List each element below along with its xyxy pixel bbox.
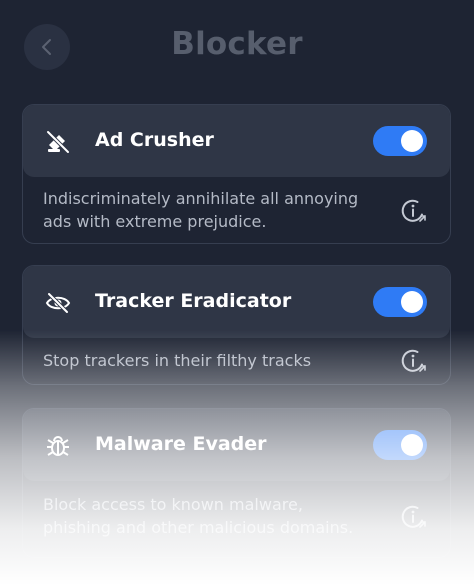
feature-title: Malware Evader bbox=[95, 433, 267, 455]
feature-card-ad-crusher: Ad Crusher Indiscriminately annihilate a… bbox=[22, 104, 451, 244]
bug-icon bbox=[47, 436, 69, 456]
info-link-icon[interactable] bbox=[400, 347, 428, 375]
info-link-icon[interactable] bbox=[400, 503, 428, 531]
info-link-icon[interactable] bbox=[400, 197, 428, 225]
feature-title: Ad Crusher bbox=[95, 129, 214, 151]
ad-block-icon bbox=[46, 130, 70, 154]
feature-title: Tracker Eradicator bbox=[95, 290, 292, 312]
tracker-eradicator-toggle[interactable] bbox=[373, 287, 427, 317]
page-title: Blocker bbox=[171, 26, 303, 62]
feature-card-header: Malware Evader bbox=[23, 409, 450, 481]
toggle-knob bbox=[401, 130, 423, 152]
feature-description: Block access to known malware, phishing … bbox=[43, 495, 354, 537]
feature-description: Stop trackers in their filthy tracks bbox=[43, 351, 312, 370]
header: Blocker bbox=[0, 0, 474, 100]
feature-card-malware-evader: Malware Evader Block access to known mal… bbox=[22, 408, 451, 558]
toggle-knob bbox=[401, 434, 423, 456]
malware-evader-toggle[interactable] bbox=[373, 430, 427, 460]
eye-slash-icon bbox=[45, 292, 71, 314]
ad-crusher-toggle[interactable] bbox=[373, 126, 427, 156]
feature-card-tracker-eradicator: Tracker Eradicator Stop trackers in thei… bbox=[22, 265, 451, 385]
feature-card-header: Tracker Eradicator bbox=[23, 266, 450, 338]
feature-card-header: Ad Crusher bbox=[23, 105, 450, 177]
toggle-knob bbox=[401, 291, 423, 313]
feature-description: Indiscriminately annihilate all annoying… bbox=[43, 189, 359, 231]
